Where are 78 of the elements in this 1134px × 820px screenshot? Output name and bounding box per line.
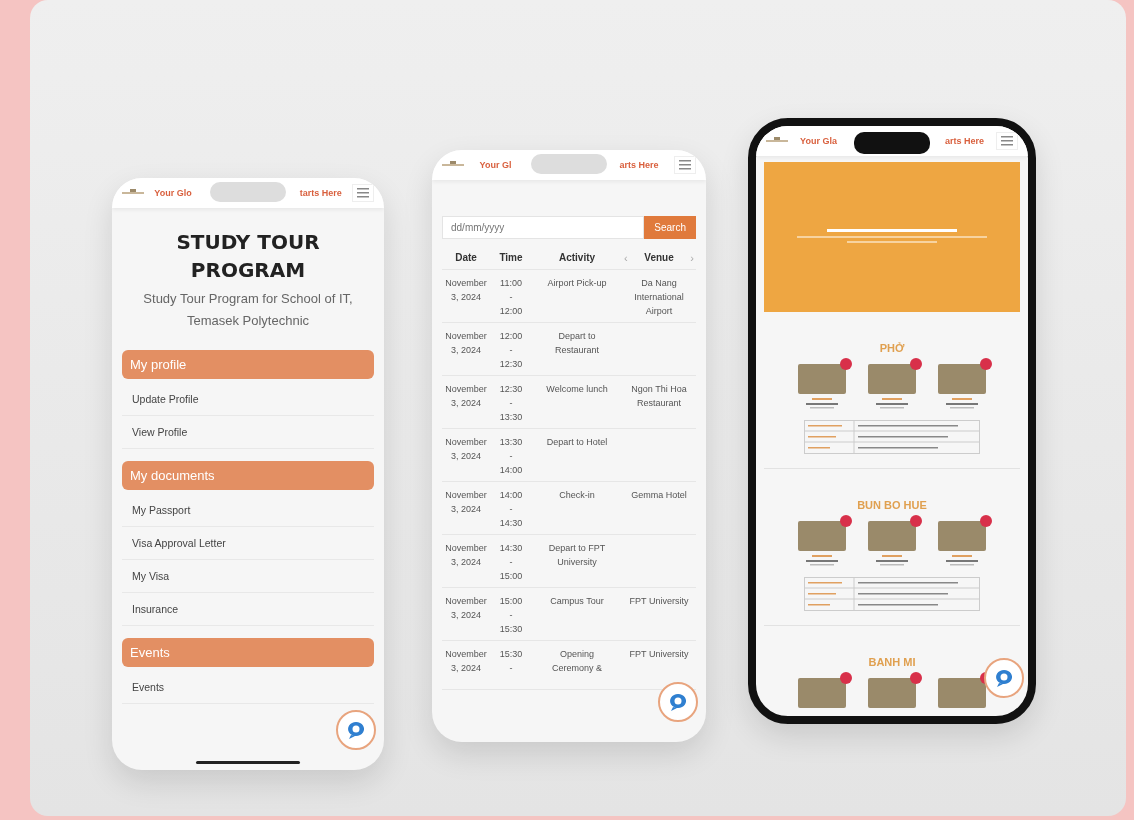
table-cell-text: Depart to Restaurant [554, 330, 600, 357]
header-text: tarts Here [299, 188, 342, 198]
table-cell-text: 15:00 - 15:30 [498, 595, 524, 636]
column-header: Date [454, 251, 478, 265]
page-title: STUDY TOUR PROGRAM [175, 229, 321, 284]
menu-icon [679, 160, 691, 170]
menu-button[interactable] [674, 156, 696, 174]
page-subtitle: Study Tour Program for School of IT, Temasek Polytechnic [142, 290, 354, 330]
section-title: BUN BO HUE [857, 499, 927, 511]
table-cell-text: FPT University [628, 648, 690, 661]
menu-icon [1001, 136, 1013, 146]
table-cell-text: November 3, 2024 [444, 489, 488, 516]
logo-icon [766, 137, 788, 145]
menu-icon [357, 188, 369, 198]
logo-icon [442, 161, 464, 169]
section-header: My documents [122, 461, 374, 490]
badge-dot [840, 358, 852, 370]
table-cell-text: 15:30 - [498, 648, 524, 675]
chat-button[interactable] [336, 710, 376, 750]
badge-dot [910, 672, 922, 684]
chat-icon [994, 668, 1014, 688]
column-header: Venue [644, 251, 674, 265]
logo-icon [122, 189, 144, 197]
table-cell-text: Campus Tour [549, 595, 605, 608]
table-cell-text: Depart to FPT University [547, 542, 607, 569]
table-cell-text: November 3, 2024 [444, 277, 488, 304]
table-cell-text: Da Nang International Airport [633, 277, 685, 318]
table-cell-text: 12:00 - 12:30 [498, 330, 524, 371]
menu-link[interactable]: View Profile [122, 416, 374, 449]
table-cell-text: Airport Pick-up [546, 277, 608, 290]
table-cell-text: November 3, 2024 [444, 383, 488, 410]
menu-link[interactable]: Update Profile [122, 383, 374, 416]
table-cell-text: 13:30 - 14:00 [498, 436, 524, 477]
menu-link[interactable]: My Visa [122, 560, 374, 593]
badge-dot [910, 515, 922, 527]
header-text: arts Here [944, 136, 984, 146]
section-title: PHỞ [879, 342, 905, 354]
table-cell-text: November 3, 2024 [444, 648, 488, 675]
date-field[interactable]: dd/mm/yyyy [442, 216, 645, 239]
table-cell-text: Depart to Hotel [545, 436, 609, 449]
table-cell-text: 12:30 - 13:30 [498, 383, 524, 424]
table-cell-text: 14:00 - 14:30 [498, 489, 524, 530]
menu-link[interactable]: Insurance [122, 593, 374, 626]
menu-button[interactable] [352, 184, 374, 202]
chat-button[interactable] [658, 682, 698, 722]
table-cell-text: 14:30 - 15:00 [498, 542, 524, 583]
table-cell-text: Ngon Thi Hoa Restaurant [630, 383, 688, 410]
chat-icon [668, 692, 688, 712]
header-text: Your Gl [479, 160, 512, 170]
table-cell-text: Opening Ceremony & [551, 648, 603, 675]
table-cell-text: November 3, 2024 [444, 436, 488, 463]
header-text: Your Gla [800, 136, 837, 146]
menu-link[interactable]: Visa Approval Letter [122, 527, 374, 560]
table-cell-text: Welcome lunch [545, 383, 609, 396]
section-header: My profile [122, 350, 374, 379]
table-cell-text: FPT University [628, 595, 690, 608]
table-cell-text: November 3, 2024 [444, 595, 488, 622]
menu-button[interactable] [996, 132, 1018, 150]
table-cell-text: Check-in [558, 489, 596, 502]
menu-link[interactable]: Events [122, 671, 374, 704]
table-cell-text: November 3, 2024 [444, 542, 488, 569]
section-title: BANH MI [868, 656, 916, 668]
menu-link[interactable]: My Passport [122, 494, 374, 527]
section-header: Events [122, 638, 374, 667]
chat-button[interactable] [984, 658, 1024, 698]
badge-dot [840, 672, 852, 684]
column-header: Time [498, 251, 524, 265]
badge-dot [840, 515, 852, 527]
badge-dot [980, 515, 992, 527]
table-cell-text: Gemma Hotel [630, 489, 688, 502]
table-cell-text: November 3, 2024 [444, 330, 488, 357]
header-text: arts Here [619, 160, 659, 170]
badge-dot [910, 358, 922, 370]
header-text: Your Glo [154, 188, 192, 198]
chat-icon [346, 720, 366, 740]
table-cell-text: 11:00 - 12:00 [498, 277, 524, 318]
badge-dot [980, 358, 992, 370]
column-header: Activity [557, 251, 597, 265]
